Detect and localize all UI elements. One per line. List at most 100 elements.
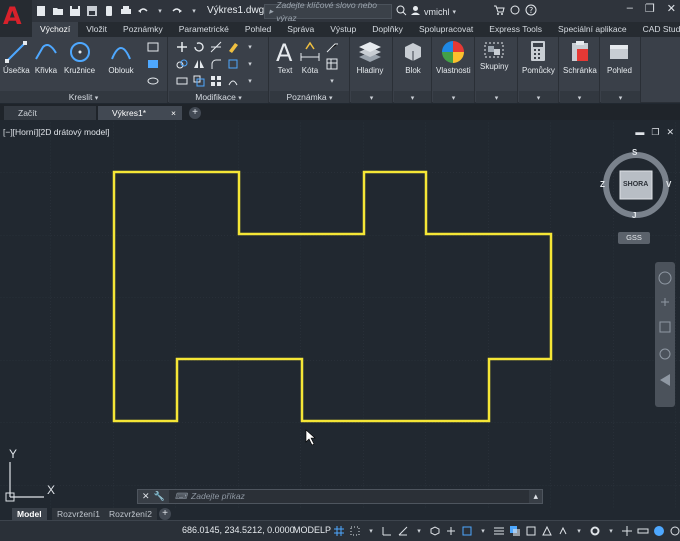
layers-panel-title[interactable]: ▾ [351,91,392,103]
groups-button[interactable]: Skupiny [480,39,508,71]
explode-icon[interactable] [226,57,240,71]
save-icon[interactable] [68,4,82,18]
mirror-icon[interactable] [192,57,206,71]
snap-dropdown-icon[interactable]: ▾ [364,524,378,538]
viewport-minimize-icon[interactable]: ▬ [635,127,644,138]
layout-tab-layout1[interactable]: Rozvržení1 [52,508,105,520]
tab-cad-studio[interactable]: CAD Studio [635,22,680,37]
close-icon[interactable]: ✕ [667,2,676,15]
new-layout-icon[interactable]: + [159,508,171,520]
hardware-acceleration-icon[interactable] [652,524,666,538]
transparency-icon[interactable] [508,524,522,538]
clipboard-panel-title[interactable]: ▾ [560,91,599,103]
rectangle-icon[interactable] [146,40,160,54]
file-tab-drawing1[interactable]: Výkres1* × [98,106,182,120]
tab-output[interactable]: Výstup [322,22,364,37]
viewport-restore-icon[interactable]: ❐ [651,127,659,138]
isodraft-icon[interactable] [428,524,442,538]
redo-icon[interactable] [170,4,184,18]
trim-icon[interactable] [209,40,223,54]
line-button[interactable]: Úsečka [3,39,30,75]
array-icon[interactable] [209,74,223,88]
dimension-button[interactable]: Kóta [298,39,322,75]
tab-view[interactable]: Pohled [237,22,279,37]
polyline-button[interactable]: Křivka [33,39,59,75]
utilities-panel-title[interactable]: ▾ [519,91,558,103]
annotation-arrow-icon[interactable]: ▾ [325,74,339,88]
command-history-icon[interactable]: ▴ [529,491,542,502]
ellipse-icon[interactable] [146,74,160,88]
tab-featured-apps[interactable]: Speciální aplikace [550,22,635,37]
search-field[interactable]: ▸ Zadejte klíčové slovo nebo výraz [264,0,392,23]
viewport-controls-label[interactable]: [−][Horní][2D drátový model] [3,127,110,137]
view-button[interactable]: Pohled [607,39,632,75]
user-account[interactable]: vmichl ▾ [396,5,456,18]
isolate-objects-icon[interactable] [668,524,680,538]
groups-panel-title[interactable]: ▾ [476,91,517,103]
snap-toggle-icon[interactable] [348,524,362,538]
properties-button[interactable]: Vlastnosti [436,39,471,75]
properties-panel-title[interactable]: ▾ [433,91,474,103]
cart-icon[interactable] [493,4,505,18]
tab-collaborate[interactable]: Spolupracovat [411,22,481,37]
connect-icon[interactable] [509,4,521,18]
hatch-icon[interactable] [146,57,160,71]
circle-button[interactable]: Kružnice [64,39,95,75]
scale-icon[interactable] [192,74,206,88]
draw-panel-title[interactable]: Kreslit ▾ [0,91,167,103]
block-button[interactable]: Blok [401,39,425,75]
object-tracking-icon[interactable] [444,524,458,538]
modify-arrow3-icon[interactable]: ▾ [243,74,257,88]
viewcube-south[interactable]: J [632,211,636,220]
viewcube-west[interactable]: Z [600,180,605,189]
help-icon[interactable]: ? [525,4,537,18]
cursor-coordinates[interactable]: 686.0145, 234.5212, 0.0000 [182,525,295,535]
move-icon[interactable] [175,40,189,54]
ortho-toggle-icon[interactable] [380,524,394,538]
wcs-menu[interactable]: GSS [618,232,650,244]
utilities-button[interactable]: Pomůcky [522,39,555,75]
lineweight-icon[interactable] [492,524,506,538]
layers-button[interactable]: Hladiny [356,39,384,75]
redo-dropdown-icon[interactable]: ▾ [187,4,201,18]
workspace-dropdown-icon[interactable]: ▾ [604,524,618,538]
command-input[interactable]: ⌨ Zadejte příkaz [168,490,530,503]
erase-icon[interactable] [226,40,240,54]
viewcube[interactable]: S J Z V SHORA [598,148,674,230]
fillet-icon[interactable] [209,57,223,71]
osnap-dropdown-icon[interactable]: ▾ [476,524,490,538]
leader-icon[interactable] [325,40,339,54]
tab-express-tools[interactable]: Express Tools [481,22,550,37]
text-button[interactable]: A Text [273,39,297,75]
annotation-panel-title[interactable]: Poznámka ▾ [270,91,349,103]
units-icon[interactable] [636,524,650,538]
rotate-icon[interactable] [192,40,206,54]
modify-arrow-icon[interactable]: ▾ [243,40,257,54]
command-close-icon[interactable]: ✕ [142,491,150,502]
new-file-icon[interactable] [34,4,48,18]
viewcube-north[interactable]: S [632,148,637,157]
minimize-icon[interactable]: – [627,2,633,15]
annotation-scale-icon[interactable] [556,524,570,538]
workspace-gear-icon[interactable] [588,524,602,538]
print-icon[interactable] [119,4,133,18]
close-tab-icon[interactable]: × [171,106,176,120]
stretch-icon[interactable] [175,74,189,88]
tab-manage[interactable]: Správa [279,22,322,37]
copy-icon[interactable] [175,57,189,71]
clipboard-button[interactable]: Schránka [563,39,597,75]
offset-icon[interactable] [226,74,240,88]
grid-toggle-icon[interactable] [332,524,346,538]
selection-cycling-icon[interactable] [524,524,538,538]
drawing-viewport[interactable]: [−][Horní][2D drátový model] ▬ ❐ ✕ S J Z… [0,122,680,518]
layout-tab-layout2[interactable]: Rozvržení2 [104,508,157,520]
scale-dropdown-icon[interactable]: ▾ [572,524,586,538]
view-panel-title[interactable]: ▾ [601,91,640,103]
application-menu-button[interactable]: A [0,0,32,38]
arc-button[interactable]: Oblouk [108,39,134,75]
tab-annotate[interactable]: Poznámky [115,22,171,37]
polar-dropdown-icon[interactable]: ▾ [412,524,426,538]
tab-parametric[interactable]: Parametrické [171,22,237,37]
layout-tab-model[interactable]: Model [12,508,47,520]
command-customize-icon[interactable]: 🔧 [154,491,165,502]
